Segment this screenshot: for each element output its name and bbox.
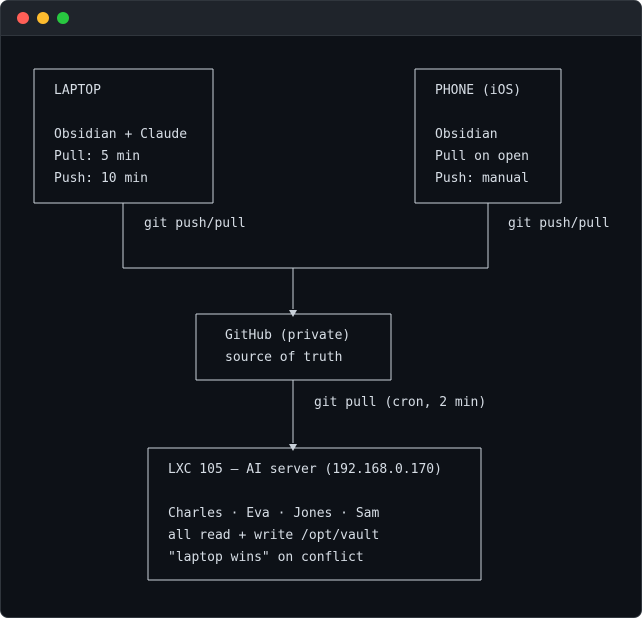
phone-edge-label: git push/pull <box>508 216 610 231</box>
phone-app: Obsidian <box>435 127 498 142</box>
phone-pull-mode: Pull on open <box>435 149 529 164</box>
terminal-window: LAPTOP Obsidian + Claude Pull: 5 min Pus… <box>0 0 642 618</box>
laptop-edge-label: git push/pull <box>144 216 246 231</box>
server-conflict-rule: "laptop wins" on conflict <box>168 550 364 565</box>
laptop-push-interval: Push: 10 min <box>54 171 148 186</box>
server-agents: Charles · Eva · Jones · Sam <box>168 506 380 521</box>
phone-title: PHONE (iOS) <box>435 83 522 98</box>
github-role: source of truth <box>225 350 343 365</box>
server-title: LXC 105 — AI server (192.168.0.170) <box>168 462 442 477</box>
github-title: GitHub (private) <box>225 328 351 343</box>
laptop-title: LAPTOP <box>54 83 101 98</box>
laptop-pull-interval: Pull: 5 min <box>54 149 141 164</box>
phone-push-mode: Push: manual <box>435 171 529 186</box>
laptop-app: Obsidian + Claude <box>54 127 188 142</box>
server-edge-label: git pull (cron, 2 min) <box>314 395 487 410</box>
server-access: all read + write /opt/vault <box>168 528 380 543</box>
